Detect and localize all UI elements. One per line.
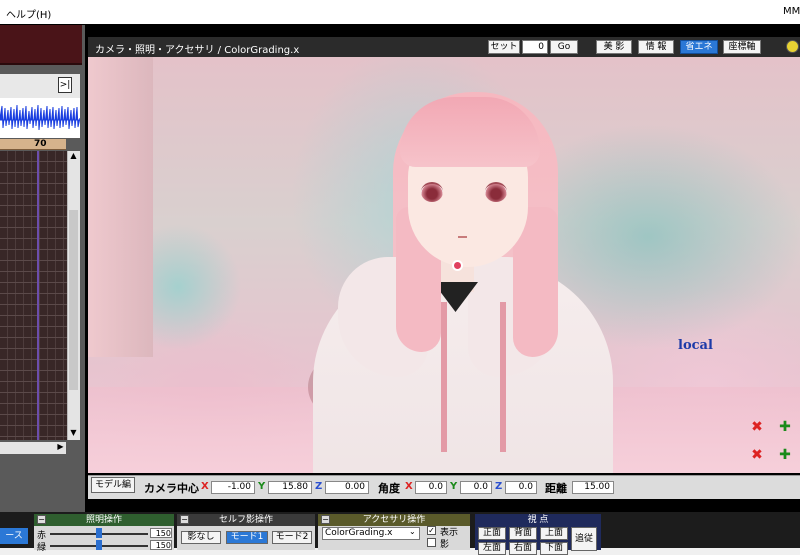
view-follow-button[interactable]: 追従 (571, 527, 597, 551)
background-wall (88, 57, 153, 357)
move-y-icon[interactable]: ✚ (776, 447, 794, 463)
waveform-graphic (0, 98, 80, 138)
center-z-label: Z (315, 481, 323, 492)
camera-center-label: カメラ中心 (144, 482, 199, 495)
viewport-title: カメラ・照明・アクセサリ / ColorGrading.x (95, 45, 300, 56)
accessory-collapse-icon[interactable]: − (321, 515, 330, 524)
light-green-slider-knob[interactable] (96, 540, 102, 550)
view-right-button[interactable]: 右面 (509, 542, 537, 555)
distance-input[interactable]: 15.00 (572, 481, 614, 494)
light-red-value[interactable]: 150 (150, 528, 172, 538)
center-x-input[interactable]: -1.00 (211, 481, 255, 494)
rotate-x-icon[interactable]: ✖ (748, 419, 766, 435)
chevron-down-icon[interactable]: ⌄ (409, 527, 416, 536)
accessory-select[interactable]: ColorGrading.x (322, 527, 420, 540)
center-y-label: Y (258, 481, 266, 492)
shadow-mode1-button[interactable]: モード1 (226, 531, 268, 544)
view-front-button[interactable]: 正面 (478, 527, 506, 540)
info-button[interactable]: 情 報 (638, 40, 674, 54)
menu-bar (0, 0, 800, 24)
character-choker (452, 260, 463, 271)
angle-x-label: X (405, 481, 413, 492)
scroll-down-icon[interactable]: ▼ (67, 428, 80, 440)
angle-z-label: Z (495, 481, 503, 492)
angle-y-label: Y (450, 481, 458, 492)
keyframe-grid-shade (0, 151, 67, 440)
timeline-banner (0, 25, 82, 65)
menu-right-fragment: MM (783, 6, 800, 17)
frame-ruler[interactable] (0, 139, 66, 150)
light-bulb-icon[interactable] (786, 40, 799, 53)
angle-label: 角度 (378, 482, 400, 495)
light-green-value[interactable]: 150 (150, 540, 172, 550)
view-back-button[interactable]: 背面 (509, 527, 537, 540)
set-frame-button[interactable]: セット (488, 40, 520, 54)
center-y-input[interactable]: 15.80 (268, 481, 312, 494)
current-frame-label: 70 (34, 139, 47, 149)
center-x-label: X (201, 481, 209, 492)
shadow-mode2-button[interactable]: モード2 (272, 531, 312, 544)
face-button[interactable]: ース (0, 528, 28, 544)
shadow-checkbox[interactable] (427, 538, 436, 547)
angle-z-input[interactable]: 0.0 (505, 481, 537, 494)
self-shadow-panel-title: セルフ影操作 (177, 514, 315, 526)
character-mouth (458, 236, 467, 238)
view-left-button[interactable]: 左面 (478, 542, 506, 555)
hoodie-string-left (441, 302, 447, 452)
menu-help[interactable]: ヘルプ(H) (6, 6, 51, 21)
light-green-label: 緑 (37, 543, 47, 553)
character-bangs (400, 97, 540, 167)
distance-label: 距離 (545, 482, 567, 495)
hoodie-string-right (500, 302, 506, 452)
view-bottom-button[interactable]: 下面 (540, 542, 568, 555)
lighting-collapse-icon[interactable]: − (37, 515, 46, 524)
character-eye-left (421, 182, 443, 202)
lighting-panel-title: 照明操作 (34, 514, 174, 526)
shadow-label: 影 (440, 540, 450, 550)
display-checkbox[interactable]: ✓ (427, 526, 436, 535)
angle-x-input[interactable]: 0.0 (415, 481, 447, 494)
coordinate-axis-button[interactable]: 座標軸 (723, 40, 761, 54)
view-top-button[interactable]: 上面 (540, 527, 568, 540)
angle-y-input[interactable]: 0.0 (460, 481, 492, 494)
view-panel-title: 視 点 (475, 514, 601, 526)
shadow-none-button[interactable]: 影なし (181, 531, 221, 544)
scroll-up-icon[interactable]: ▲ (67, 151, 80, 163)
timeline-scroll-thumb[interactable] (69, 210, 78, 390)
render-viewport[interactable] (88, 57, 800, 473)
center-z-input[interactable]: 0.00 (325, 481, 369, 494)
timeline-expand-button[interactable]: >| (58, 77, 72, 93)
self-shadow-collapse-icon[interactable]: − (180, 515, 189, 524)
rotate-y-icon[interactable]: ✚ (776, 419, 794, 435)
scroll-right-icon[interactable]: ▶ (55, 442, 66, 454)
model-edit-button[interactable]: モデル編 (91, 477, 135, 493)
frame-input[interactable]: 0 (522, 40, 548, 54)
eco-mode-button[interactable]: 省エネ (680, 40, 718, 54)
audio-waveform (0, 98, 80, 138)
axis-space-label[interactable]: local (678, 338, 713, 353)
accessory-selected-value: ColorGrading.x (325, 528, 393, 538)
go-button[interactable]: Go (550, 40, 578, 54)
move-x-icon[interactable]: ✖ (748, 447, 766, 463)
character-eye-right (485, 182, 507, 202)
light-red-slider-knob[interactable] (96, 528, 102, 538)
beauty-shadow-button[interactable]: 美 影 (596, 40, 632, 54)
